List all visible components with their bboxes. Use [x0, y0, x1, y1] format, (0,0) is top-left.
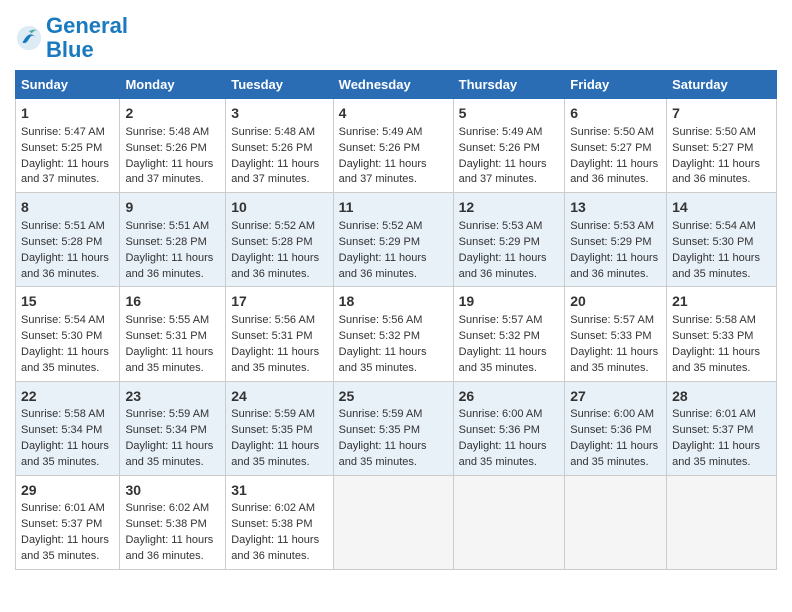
day-number: 6: [570, 103, 661, 123]
day-number: 11: [339, 197, 448, 217]
week-row-1: 1Sunrise: 5:47 AMSunset: 5:25 PMDaylight…: [16, 99, 777, 193]
calendar-cell: 11Sunrise: 5:52 AMSunset: 5:29 PMDayligh…: [333, 193, 453, 287]
calendar-cell: 23Sunrise: 5:59 AMSunset: 5:34 PMDayligh…: [120, 381, 226, 475]
calendar-cell: 12Sunrise: 5:53 AMSunset: 5:29 PMDayligh…: [453, 193, 565, 287]
calendar-cell: 9Sunrise: 5:51 AMSunset: 5:28 PMDaylight…: [120, 193, 226, 287]
calendar-cell: 22Sunrise: 5:58 AMSunset: 5:34 PMDayligh…: [16, 381, 120, 475]
calendar-cell: 5Sunrise: 5:49 AMSunset: 5:26 PMDaylight…: [453, 99, 565, 193]
day-number: 8: [21, 197, 114, 217]
day-number: 27: [570, 386, 661, 406]
day-number: 22: [21, 386, 114, 406]
calendar-cell: 17Sunrise: 5:56 AMSunset: 5:31 PMDayligh…: [226, 287, 333, 381]
col-header-saturday: Saturday: [667, 71, 777, 99]
calendar-cell: [333, 475, 453, 569]
header-row: SundayMondayTuesdayWednesdayThursdayFrid…: [16, 71, 777, 99]
calendar-cell: 16Sunrise: 5:55 AMSunset: 5:31 PMDayligh…: [120, 287, 226, 381]
calendar-cell: 18Sunrise: 5:56 AMSunset: 5:32 PMDayligh…: [333, 287, 453, 381]
day-number: 23: [125, 386, 220, 406]
day-number: 24: [231, 386, 327, 406]
day-number: 15: [21, 291, 114, 311]
day-number: 26: [459, 386, 560, 406]
calendar-cell: 3Sunrise: 5:48 AMSunset: 5:26 PMDaylight…: [226, 99, 333, 193]
calendar-cell: 2Sunrise: 5:48 AMSunset: 5:26 PMDaylight…: [120, 99, 226, 193]
calendar-cell: 24Sunrise: 5:59 AMSunset: 5:35 PMDayligh…: [226, 381, 333, 475]
week-row-5: 29Sunrise: 6:01 AMSunset: 5:37 PMDayligh…: [16, 475, 777, 569]
day-number: 16: [125, 291, 220, 311]
calendar-cell: 1Sunrise: 5:47 AMSunset: 5:25 PMDaylight…: [16, 99, 120, 193]
calendar-cell: 31Sunrise: 6:02 AMSunset: 5:38 PMDayligh…: [226, 475, 333, 569]
col-header-wednesday: Wednesday: [333, 71, 453, 99]
col-header-monday: Monday: [120, 71, 226, 99]
day-number: 1: [21, 103, 114, 123]
header: GeneralBlue: [15, 10, 777, 62]
day-number: 17: [231, 291, 327, 311]
calendar-cell: 6Sunrise: 5:50 AMSunset: 5:27 PMDaylight…: [565, 99, 667, 193]
calendar-cell: 10Sunrise: 5:52 AMSunset: 5:28 PMDayligh…: [226, 193, 333, 287]
calendar-table: SundayMondayTuesdayWednesdayThursdayFrid…: [15, 70, 777, 569]
day-number: 14: [672, 197, 771, 217]
calendar-cell: 25Sunrise: 5:59 AMSunset: 5:35 PMDayligh…: [333, 381, 453, 475]
calendar-cell: 27Sunrise: 6:00 AMSunset: 5:36 PMDayligh…: [565, 381, 667, 475]
day-number: 12: [459, 197, 560, 217]
col-header-friday: Friday: [565, 71, 667, 99]
day-number: 18: [339, 291, 448, 311]
calendar-cell: 19Sunrise: 5:57 AMSunset: 5:32 PMDayligh…: [453, 287, 565, 381]
calendar-cell: 15Sunrise: 5:54 AMSunset: 5:30 PMDayligh…: [16, 287, 120, 381]
calendar-cell: [453, 475, 565, 569]
day-number: 29: [21, 480, 114, 500]
calendar-cell: 4Sunrise: 5:49 AMSunset: 5:26 PMDaylight…: [333, 99, 453, 193]
week-row-3: 15Sunrise: 5:54 AMSunset: 5:30 PMDayligh…: [16, 287, 777, 381]
day-number: 20: [570, 291, 661, 311]
day-number: 4: [339, 103, 448, 123]
week-row-4: 22Sunrise: 5:58 AMSunset: 5:34 PMDayligh…: [16, 381, 777, 475]
calendar-cell: [565, 475, 667, 569]
logo: GeneralBlue: [15, 14, 128, 62]
calendar-cell: 13Sunrise: 5:53 AMSunset: 5:29 PMDayligh…: [565, 193, 667, 287]
calendar-cell: 29Sunrise: 6:01 AMSunset: 5:37 PMDayligh…: [16, 475, 120, 569]
day-number: 30: [125, 480, 220, 500]
day-number: 2: [125, 103, 220, 123]
calendar-cell: 28Sunrise: 6:01 AMSunset: 5:37 PMDayligh…: [667, 381, 777, 475]
calendar-cell: 21Sunrise: 5:58 AMSunset: 5:33 PMDayligh…: [667, 287, 777, 381]
logo-icon: [15, 24, 43, 52]
day-number: 13: [570, 197, 661, 217]
week-row-2: 8Sunrise: 5:51 AMSunset: 5:28 PMDaylight…: [16, 193, 777, 287]
calendar-cell: 7Sunrise: 5:50 AMSunset: 5:27 PMDaylight…: [667, 99, 777, 193]
calendar-cell: 26Sunrise: 6:00 AMSunset: 5:36 PMDayligh…: [453, 381, 565, 475]
day-number: 28: [672, 386, 771, 406]
day-number: 9: [125, 197, 220, 217]
calendar-cell: 14Sunrise: 5:54 AMSunset: 5:30 PMDayligh…: [667, 193, 777, 287]
day-number: 21: [672, 291, 771, 311]
col-header-tuesday: Tuesday: [226, 71, 333, 99]
day-number: 31: [231, 480, 327, 500]
calendar-cell: 8Sunrise: 5:51 AMSunset: 5:28 PMDaylight…: [16, 193, 120, 287]
calendar-cell: 30Sunrise: 6:02 AMSunset: 5:38 PMDayligh…: [120, 475, 226, 569]
day-number: 19: [459, 291, 560, 311]
day-number: 3: [231, 103, 327, 123]
day-number: 7: [672, 103, 771, 123]
day-number: 5: [459, 103, 560, 123]
logo-text: GeneralBlue: [46, 14, 128, 62]
calendar-cell: [667, 475, 777, 569]
day-number: 10: [231, 197, 327, 217]
col-header-sunday: Sunday: [16, 71, 120, 99]
col-header-thursday: Thursday: [453, 71, 565, 99]
calendar-cell: 20Sunrise: 5:57 AMSunset: 5:33 PMDayligh…: [565, 287, 667, 381]
day-number: 25: [339, 386, 448, 406]
